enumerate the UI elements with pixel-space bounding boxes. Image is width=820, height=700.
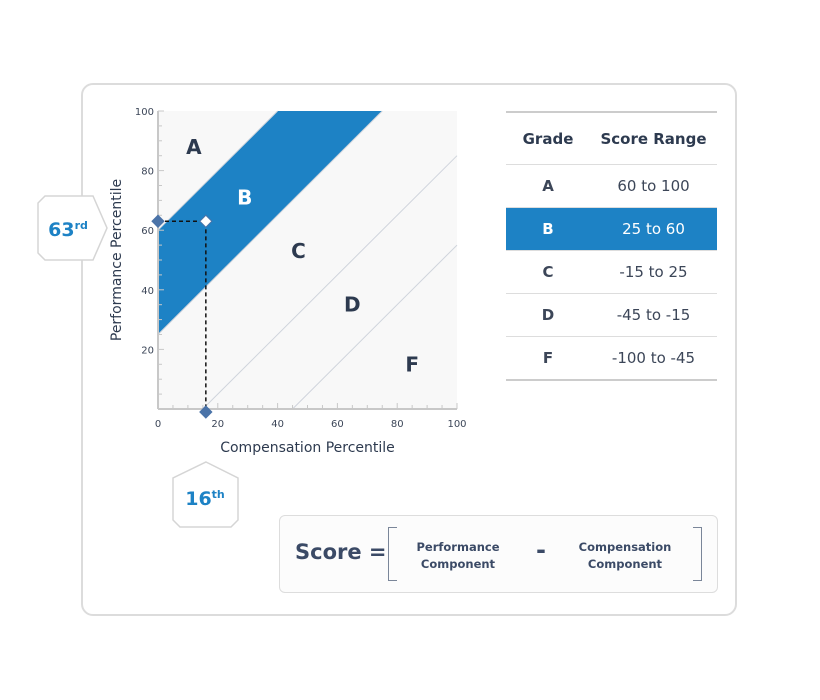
grade-label-d: D [344, 293, 361, 317]
compensation-component: Compensation Component [570, 539, 680, 573]
x-tick-label: 0 [155, 419, 161, 430]
grade-cell: D [541, 306, 555, 324]
x-tick-label: 20 [211, 419, 224, 430]
y-tick-label: 80 [141, 167, 154, 178]
x-tick-label: 40 [271, 419, 284, 430]
grade-label-c: C [291, 239, 306, 263]
formula-lhs: Score = [295, 540, 387, 564]
compensation-line1: Compensation [578, 540, 672, 554]
table-header: Grade Score Range [506, 113, 717, 164]
x-tick-label: 60 [331, 419, 344, 430]
grade-label-b: B [237, 185, 252, 209]
x-tick-label: 80 [391, 419, 404, 430]
performance-line2: Component [420, 557, 496, 571]
minus-operator: - [536, 536, 546, 564]
header-grade: Grade [522, 129, 574, 148]
right-bracket [693, 527, 702, 581]
y-tick-label: 20 [141, 345, 154, 356]
table-row: A 60 to 100 [506, 164, 717, 207]
grade-cell: B [542, 220, 554, 238]
performance-component: Performance Component [403, 539, 513, 573]
grade-label-f: F [405, 352, 419, 376]
left-bracket [388, 527, 397, 581]
range-cell: -45 to -15 [616, 306, 691, 324]
x-tick-label: 100 [447, 419, 466, 430]
y-tick-label: 40 [141, 286, 154, 297]
compensation-line2: Component [587, 557, 663, 571]
table-row: C -15 to 25 [506, 250, 717, 293]
grade-cell: F [542, 349, 554, 367]
range-cell: -100 to -45 [611, 349, 696, 367]
y-tick-label: 100 [135, 107, 154, 118]
grade-cell: A [542, 177, 554, 195]
table-row-highlighted: B 25 to 60 [506, 207, 717, 250]
table-row: F -100 to -45 [506, 336, 717, 379]
y-tick-label: 60 [141, 226, 154, 237]
performance-line1: Performance [416, 540, 500, 554]
range-cell: -15 to 25 [619, 263, 688, 281]
range-cell: 60 to 100 [617, 177, 690, 195]
score-formula: Score = Performance Component - Compensat… [279, 515, 718, 593]
grade-cell: C [542, 263, 554, 281]
header-score-range: Score Range [600, 129, 707, 148]
x-axis-label: Compensation Percentile [220, 440, 395, 456]
grade-label-a: A [186, 135, 202, 159]
y-axis-label: Performance Percentile [109, 179, 125, 341]
range-cell: 25 to 60 [622, 220, 685, 238]
table-row: D -45 to -15 [506, 293, 717, 336]
grade-table: Grade Score Range A 60 to 100 B 25 to 60 C… [506, 111, 717, 381]
